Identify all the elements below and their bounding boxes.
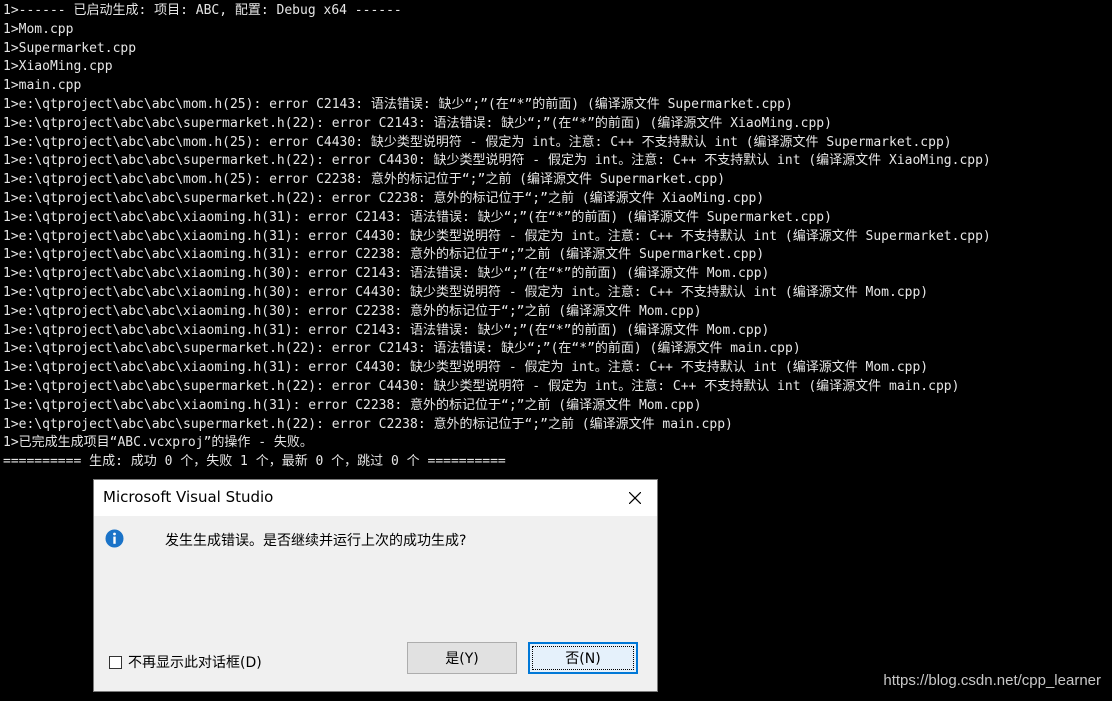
- output-line: 1>e:\qtproject\abc\abc\supermarket.h(22)…: [3, 153, 991, 169]
- output-line: 1>e:\qtproject\abc\abc\supermarket.h(22)…: [3, 190, 765, 206]
- dont-show-again-label: 不再显示此对话框(D): [128, 655, 262, 671]
- error-dialog: Microsoft Visual Studio 发生生成错误。是否继续并运行上次…: [93, 479, 658, 692]
- output-line: 1>e:\qtproject\abc\abc\xiaoming.h(31): e…: [3, 209, 832, 225]
- output-line: 1>e:\qtproject\abc\abc\xiaoming.h(30): e…: [3, 303, 702, 319]
- dialog-title: Microsoft Visual Studio: [103, 488, 274, 506]
- output-line: 1>e:\qtproject\abc\abc\mom.h(25): error …: [3, 172, 726, 188]
- output-line: 1>e:\qtproject\abc\abc\xiaoming.h(31): e…: [3, 247, 765, 263]
- dont-show-again-checkbox[interactable]: [109, 655, 122, 669]
- yes-button[interactable]: 是(Y): [407, 642, 517, 674]
- dialog-message: 发生生成错误。是否继续并运行上次的成功生成?: [165, 533, 467, 549]
- output-line: 1>e:\qtproject\abc\abc\xiaoming.h(31): e…: [3, 397, 702, 413]
- close-icon: [629, 492, 641, 504]
- info-icon: [105, 529, 124, 548]
- no-button[interactable]: 否(N): [528, 642, 638, 674]
- output-line: 1>e:\qtproject\abc\abc\xiaoming.h(31): e…: [3, 228, 991, 244]
- output-line: 1>------ 已启动生成: 项目: ABC, 配置: Debug x64 -…: [3, 3, 402, 18]
- build-output-console: 1>------ 已启动生成: 项目: ABC, 配置: Debug x64 -…: [3, 2, 1108, 472]
- output-line: ========== 生成: 成功 0 个，失败 1 个，最新 0 个，跳过 0…: [3, 454, 506, 470]
- output-line: 1>XiaoMing.cpp: [3, 59, 113, 75]
- close-button[interactable]: [613, 480, 657, 516]
- output-line: 1>e:\qtproject\abc\abc\mom.h(25): error …: [3, 134, 952, 150]
- output-line: 1>e:\qtproject\abc\abc\xiaoming.h(31): e…: [3, 322, 770, 338]
- output-line: 1>e:\qtproject\abc\abc\supermarket.h(22)…: [3, 115, 832, 131]
- dialog-titlebar: Microsoft Visual Studio: [94, 480, 657, 516]
- output-line: 1>e:\qtproject\abc\abc\supermarket.h(22)…: [3, 378, 960, 394]
- output-line: 1>已完成生成项目“ABC.vcxproj”的操作 - 失败。: [3, 435, 313, 451]
- output-line: 1>Supermarket.cpp: [3, 40, 137, 56]
- watermark: https://blog.csdn.net/cpp_learner: [883, 672, 1101, 689]
- output-line: 1>e:\qtproject\abc\abc\xiaoming.h(31): e…: [3, 360, 929, 376]
- output-line: 1>e:\qtproject\abc\abc\supermarket.h(22)…: [3, 416, 733, 432]
- output-line: 1>e:\qtproject\abc\abc\mom.h(25): error …: [3, 96, 793, 112]
- output-line: 1>e:\qtproject\abc\abc\xiaoming.h(30): e…: [3, 266, 770, 282]
- output-line: 1>Mom.cpp: [3, 21, 74, 37]
- output-line: 1>main.cpp: [3, 78, 82, 94]
- dont-show-again-row[interactable]: 不再显示此对话框(D): [109, 652, 262, 672]
- output-line: 1>e:\qtproject\abc\abc\xiaoming.h(30): e…: [3, 284, 929, 300]
- output-line: 1>e:\qtproject\abc\abc\supermarket.h(22)…: [3, 341, 801, 357]
